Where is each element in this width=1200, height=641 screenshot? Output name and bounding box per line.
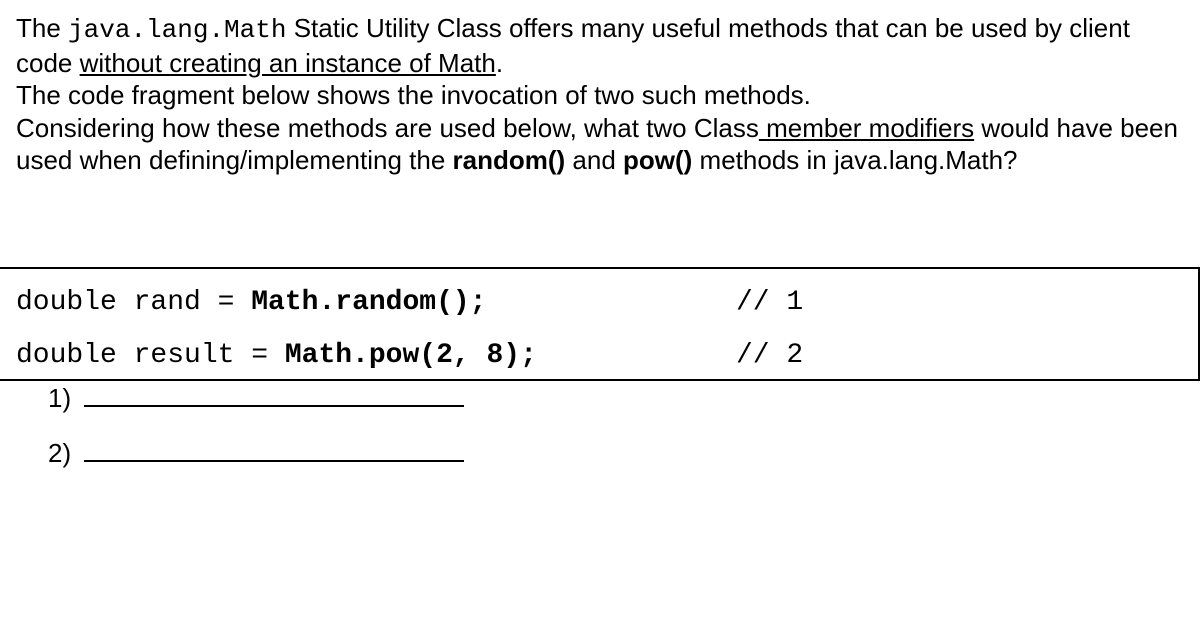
answer-label-1: 1) (48, 383, 71, 413)
answer-blank-1[interactable] (84, 405, 464, 407)
code-text: double rand = (16, 287, 251, 318)
answer-row-2: 2) (48, 438, 1184, 469)
code-line-2: double result = Math.pow(2, 8); // 2 (16, 340, 1182, 371)
bold-text: random() (453, 145, 566, 175)
question-paragraph: The java.lang.Math Static Utility Class … (16, 12, 1184, 177)
code-comment: // 1 (736, 287, 803, 318)
answer-row-1: 1) (48, 383, 1184, 414)
code-line-1: double rand = Math.random(); // 1 (16, 287, 1182, 318)
code-comment: // 2 (736, 340, 803, 371)
text: The code fragment below shows the invoca… (16, 80, 811, 110)
code-fragment-box: double rand = Math.random(); // 1 double… (0, 267, 1200, 381)
code-inline: java.lang.Math (68, 15, 286, 45)
text: . (496, 48, 503, 78)
text: Considering how these methods are used b… (16, 113, 759, 143)
answers-area: 1) 2) (48, 383, 1184, 469)
code-bold: Math.random(); (251, 287, 486, 318)
code-text: double result = (16, 340, 285, 371)
text: and (565, 145, 623, 175)
underline-text: member modifiers (759, 113, 974, 143)
answer-blank-2[interactable] (84, 460, 464, 462)
answer-label-2: 2) (48, 438, 71, 468)
code-bold: Math.pow(2, 8); (285, 340, 537, 371)
text: methods in java.lang.Math? (692, 145, 1017, 175)
underline-text: without creating an instance of Math (80, 48, 496, 78)
text: The (16, 13, 68, 43)
bold-text: pow() (623, 145, 692, 175)
